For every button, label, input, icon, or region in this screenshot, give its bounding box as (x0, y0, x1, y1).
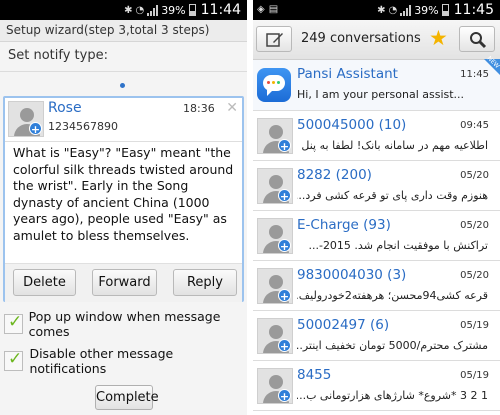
reply-button[interactable]: Reply (173, 269, 237, 296)
checkmark-icon: ✓ (8, 312, 23, 332)
conversation-time: 05/19 (460, 320, 489, 331)
conversation-row[interactable]: + E-Charge (93) 05/20 تراکنش با موفقیت ا… (253, 211, 500, 261)
usb-icon: ✱ (124, 4, 133, 16)
conversation-time: 05/19 (460, 370, 489, 381)
popup-option-row[interactable]: ✓ Pop up window when message comes (4, 309, 247, 339)
conversation-row[interactable]: + 8455 05/19 1 2 3 *شروع* شارژهای هزارتو… (253, 361, 500, 411)
conversation-row[interactable]: + 50002497 (6) 05/19 مشترک محترم/5000 تو… (253, 311, 500, 361)
battery-icon (188, 4, 196, 16)
notify-type-label: Set notify type: (0, 42, 247, 72)
search-icon (470, 32, 487, 49)
add-contact-icon: + (278, 389, 291, 403)
conversation-row[interactable]: + 8282 (200) 05/20 هنوزم وقت داری پای تو… (253, 161, 500, 211)
conversation-snippet: اطلاعیه مهم در سامانه بانک! لطفا به پنل … (297, 139, 488, 152)
sender-number: 1234567890 (48, 120, 118, 133)
conversation-snippet: تراکنش با موفقیت انجام شد. 2015-... (308, 239, 488, 252)
conversation-snippet: قرعه کشی94محسن؛ هرهفته2خودرولیف... (297, 289, 488, 302)
disable-notifications-checkbox[interactable]: ✓ (4, 349, 24, 371)
status-bar: ✱ ◔ 39% 11:44 (0, 0, 247, 20)
contact-avatar[interactable]: + (257, 218, 293, 254)
contact-avatar[interactable]: + (257, 368, 293, 404)
star-icon[interactable]: ★ (429, 27, 448, 49)
clock: 11:44 (200, 2, 241, 18)
wifi-icon: ◔ (388, 4, 398, 16)
popup-checkbox[interactable]: ✓ (4, 312, 23, 334)
add-contact-icon: + (29, 122, 42, 136)
conversation-name: 50002497 (6) (297, 317, 390, 333)
page-indicator (0, 72, 247, 98)
conversations-screen: ◈ ▤ ✱ ◔ 39% 11:45 249 conversations ★ Pa… (253, 0, 500, 415)
conversation-snippet: 1 2 3 *شروع* شارژهای هزارتومانی ب... (297, 389, 488, 402)
wizard-title: Setup wizard(step 3,total 3 steps) (0, 20, 247, 42)
conversation-toolbar: 249 conversations ★ (253, 20, 500, 60)
checkmark-icon: ✓ (8, 349, 23, 369)
signal-icon (400, 4, 412, 16)
conversation-count: 249 conversations (301, 31, 421, 46)
conversation-name: E-Charge (93) (297, 217, 391, 233)
page-dot (120, 83, 125, 88)
contact-avatar[interactable]: + (257, 318, 293, 354)
disable-notifications-row[interactable]: ✓ Disable other message notifications (4, 346, 247, 376)
popup-header: + Rose 1234567890 18:36 ✕ (5, 98, 242, 142)
compose-icon (266, 33, 283, 47)
conversation-snippet: مشترک محترم/5000 تومان تخفیف اینتر... (297, 339, 488, 352)
battery-percent: 39% (414, 3, 439, 17)
conversation-snippet: Hi, I am your personal assist... (297, 88, 465, 101)
forward-button[interactable]: Forward (92, 269, 157, 296)
conversation-time: 05/20 (460, 270, 489, 281)
conversation-name: 500045000 (10) (297, 117, 407, 133)
notification-icon: ▤ (268, 4, 279, 15)
wifi-icon: ◔ (135, 4, 145, 16)
add-contact-icon: + (278, 139, 291, 153)
close-icon[interactable]: ✕ (226, 100, 238, 116)
battery-percent: 39% (161, 3, 186, 17)
conversation-row[interactable]: + 9830004030 (3) 05/20 قرعه کشی94محسن؛ ه… (253, 261, 500, 311)
delete-button[interactable]: Delete (13, 269, 76, 296)
contact-avatar[interactable]: + (257, 118, 293, 154)
popup-actions: Delete Forward Reply (5, 263, 242, 302)
conversation-time: 09:45 (460, 120, 489, 131)
disable-notifications-label: Disable other message notifications (29, 346, 174, 376)
add-contact-icon: + (278, 189, 291, 203)
conversation-name: Pansi Assistant (297, 66, 398, 82)
notification-icon: ◈ (257, 4, 265, 15)
conversation-name: 8282 (200) (297, 167, 372, 183)
conversation-snippet: هنوزم وقت داری پای تو قرعه کشی فرد... (297, 189, 488, 202)
conversation-row[interactable]: + 500045000 (10) 09:45 اطلاعیه مهم در سا… (253, 111, 500, 161)
conversation-time: 05/20 (460, 170, 489, 181)
contact-avatar[interactable]: + (257, 268, 293, 304)
conversation-name: 9830004030 (3) (297, 267, 407, 283)
conversation-row[interactable]: Pansi Assistant 11:45 Hi, I am your pers… (253, 60, 500, 111)
add-contact-icon: + (278, 339, 291, 353)
clock: 11:45 (453, 2, 494, 18)
status-bar: ◈ ▤ ✱ ◔ 39% 11:45 (253, 0, 500, 20)
add-contact-icon: + (278, 289, 291, 303)
popup-option-label: Pop up window when message comes (28, 309, 221, 339)
battery-icon (441, 4, 449, 16)
signal-icon (147, 4, 159, 16)
contact-avatar[interactable]: + (8, 101, 44, 137)
conversation-list: Pansi Assistant 11:45 Hi, I am your pers… (253, 60, 500, 411)
search-button[interactable] (459, 26, 495, 52)
complete-button[interactable]: Complete (95, 385, 159, 410)
conversation-name: 8455 (297, 367, 332, 383)
add-contact-icon: + (278, 239, 291, 253)
conversation-time: 05/20 (460, 220, 489, 231)
sender-name: Rose (48, 100, 82, 116)
usb-icon: ✱ (377, 4, 386, 16)
contact-avatar[interactable]: + (257, 168, 293, 204)
message-time: 18:36 (183, 102, 215, 115)
message-body: What is "Easy"? "Easy" meant "the colorf… (13, 145, 234, 243)
pansi-assistant-icon (257, 68, 291, 102)
message-popup-preview: + Rose 1234567890 18:36 ✕ What is "Easy"… (3, 96, 244, 302)
setup-wizard-screen: ✱ ◔ 39% 11:44 Setup wizard(step 3,total … (0, 0, 247, 415)
compose-button[interactable] (256, 26, 292, 52)
